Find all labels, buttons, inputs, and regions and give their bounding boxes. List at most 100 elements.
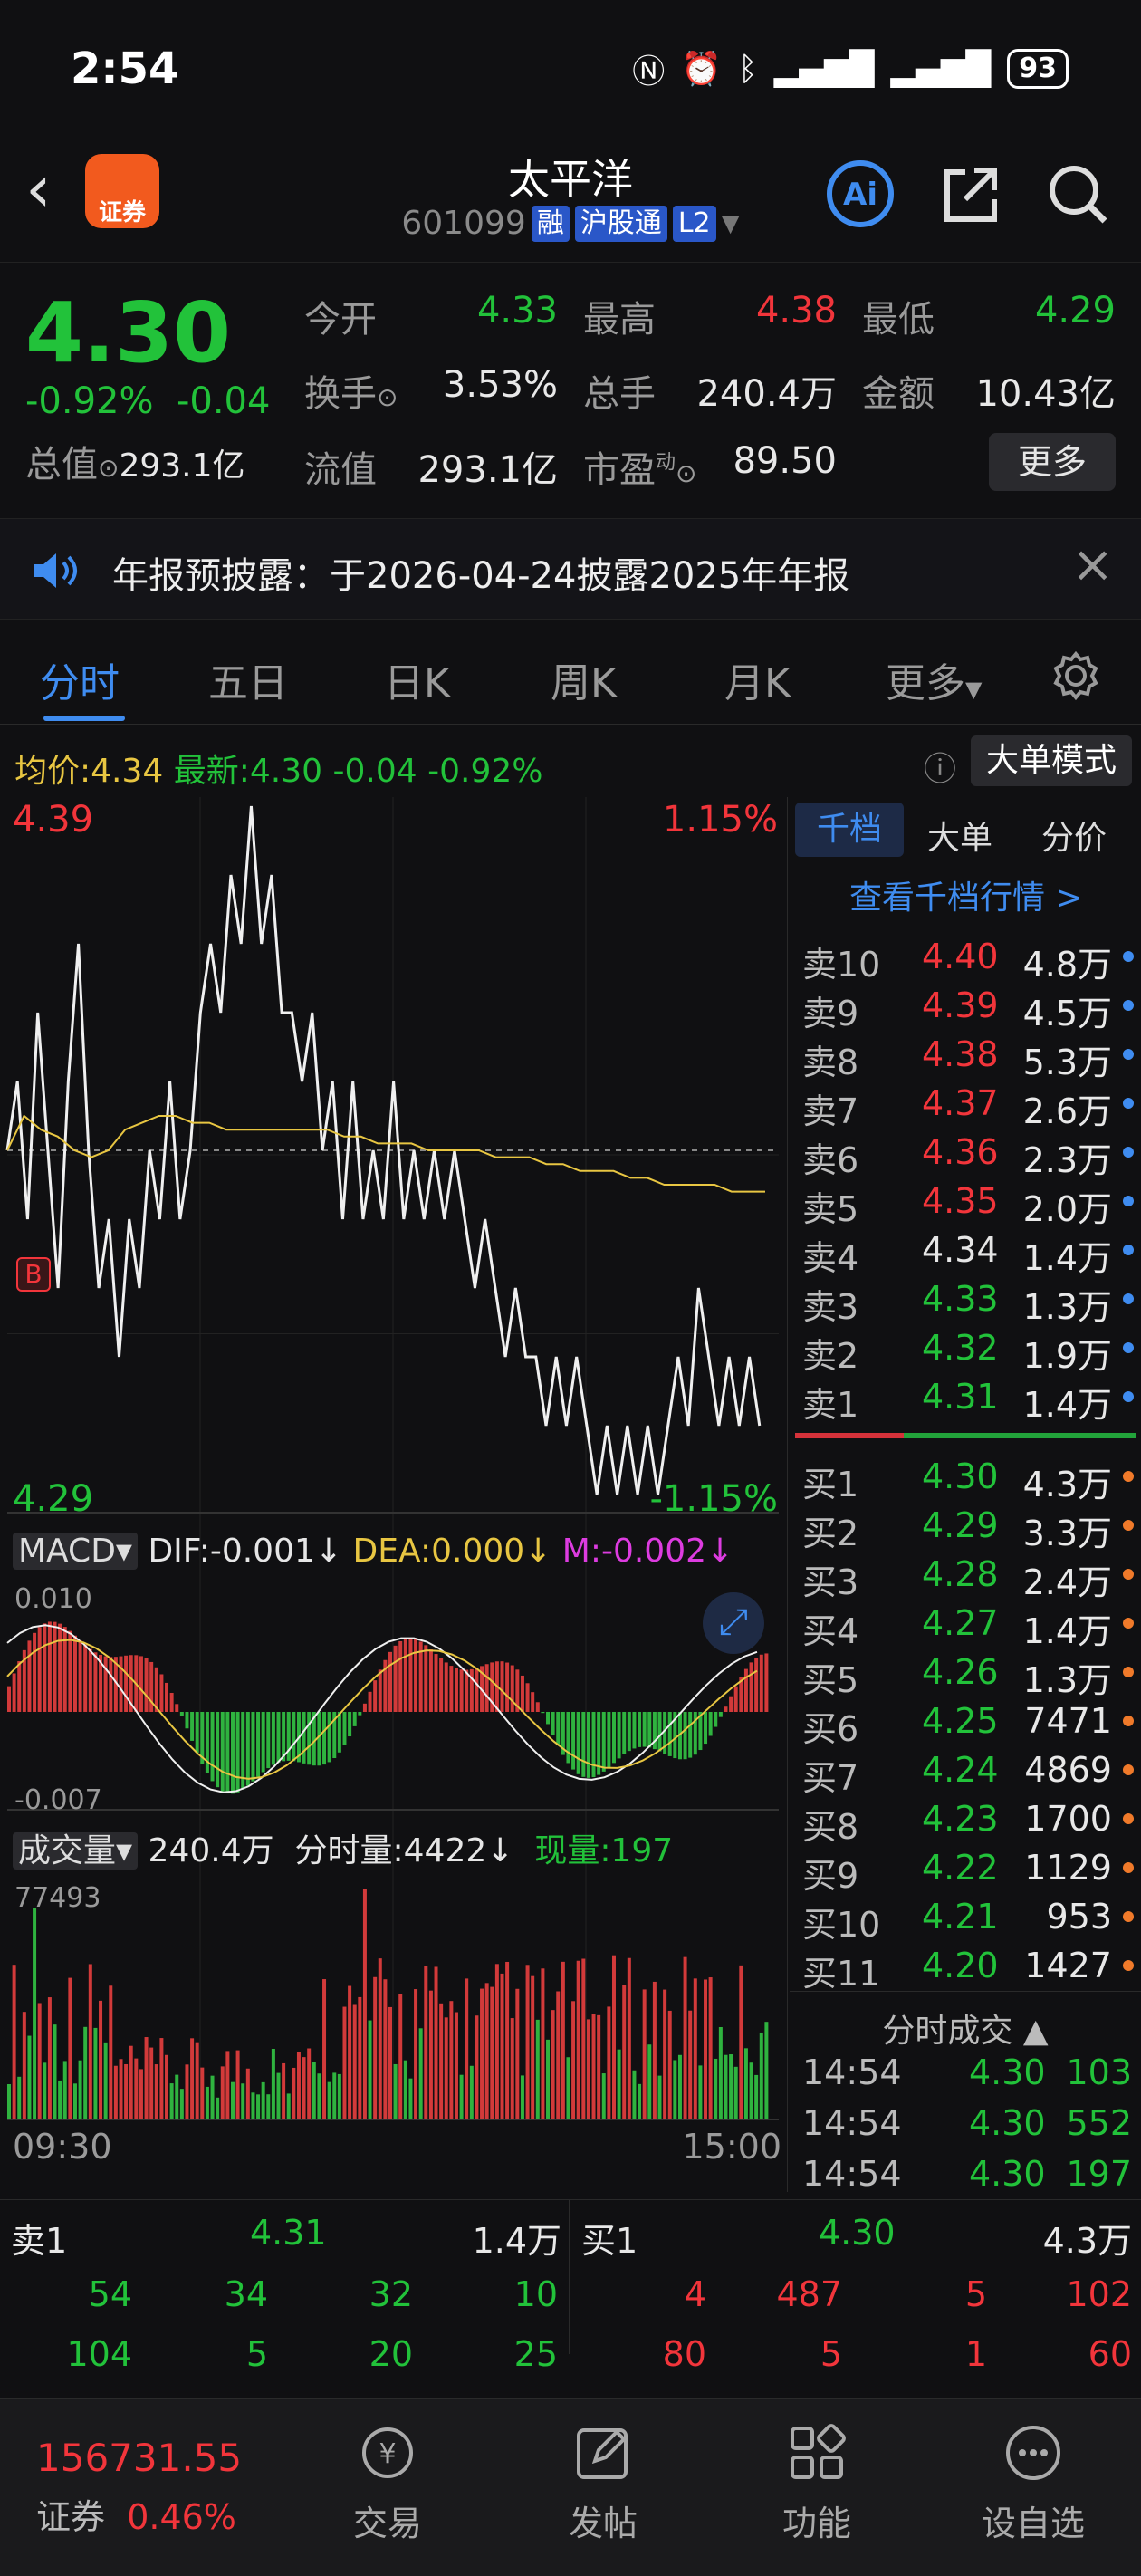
sell-queue-value: 32 — [369, 2274, 413, 2314]
bid-row[interactable]: 买1 4.30 4.3万 — [797, 1451, 1137, 1504]
tab-trade[interactable]: ¥ 交易 — [342, 2421, 433, 2545]
notice-bar[interactable]: 年报预披露：于2026-04-24披露2025年年报 × — [0, 518, 1141, 620]
volume-bar — [322, 1979, 327, 2119]
big-order-mode-button[interactable]: 大单模式 — [971, 735, 1132, 786]
macd-bar — [58, 1623, 62, 1712]
order-volume: 1.4万 — [1022, 1611, 1112, 1651]
volume-bar — [352, 2004, 357, 2119]
change-value: -0.04 — [176, 380, 271, 422]
tab-post[interactable]: 发帖 — [558, 2421, 648, 2545]
macd-bar — [657, 1712, 662, 1752]
share-icon[interactable] — [935, 158, 1007, 230]
sell-queue-value: 10 — [513, 2274, 558, 2314]
tab-level-book[interactable]: 千档 — [795, 803, 904, 857]
order-dot-icon — [1123, 1520, 1134, 1531]
volume-indicator-select[interactable]: 成交量▾ — [13, 1832, 139, 1870]
order-dot-icon — [1123, 1293, 1134, 1304]
macd-dif: DIF:-0.001↓ — [148, 1533, 343, 1570]
info-icon: ⊙ — [98, 453, 120, 483]
margin-tag: 融 — [531, 205, 570, 242]
ask-row[interactable]: 卖7 4.37 2.6万 — [797, 1078, 1137, 1131]
bid-row[interactable]: 买6 4.25 7471 — [797, 1696, 1137, 1749]
more-dots-icon — [1006, 2426, 1060, 2480]
status-bar: 2:54 Ⓝ ⏰ ᛒ ▂▄▆█ ▂▄▆█ 93 — [0, 0, 1141, 136]
search-icon[interactable] — [1041, 158, 1114, 230]
volume-bar — [424, 1966, 428, 2119]
index-ticker[interactable]: 156731.55 证券 0.46% — [36, 2436, 263, 2539]
volume-bar — [541, 1968, 545, 2119]
ask-row[interactable]: 卖10 4.40 4.8万 — [797, 931, 1137, 985]
macd-indicator-select[interactable]: MACD▾ — [13, 1533, 138, 1570]
bid-row[interactable]: 买4 4.27 1.4万 — [797, 1598, 1137, 1651]
bid-row[interactable]: 买5 4.26 1.3万 — [797, 1647, 1137, 1700]
tab-big-order[interactable]: 大单 — [927, 812, 992, 859]
ask-row[interactable]: 卖3 4.33 1.3万 — [797, 1274, 1137, 1327]
volume-bar — [185, 2064, 189, 2119]
macd-bar — [749, 1662, 753, 1712]
volume-legend: 成交量▾ 240.4万 分时量:4422↓ 现量:197 — [13, 1824, 673, 1871]
tab-daily-k[interactable]: 日K — [384, 650, 450, 708]
macd-bar — [271, 1712, 275, 1765]
ticks-title[interactable]: 分时成交 ▲ — [790, 1991, 1141, 2052]
ask-row[interactable]: 卖6 4.36 2.3万 — [797, 1127, 1137, 1180]
bid-row[interactable]: 买9 4.22 1129 — [797, 1842, 1137, 1896]
settings-gear-icon[interactable] — [1049, 649, 1103, 703]
tick-volume: 197 — [1066, 2154, 1132, 2194]
order-price: 4.25 — [922, 1701, 999, 1741]
tab-functions[interactable]: 功能 — [772, 2421, 862, 2545]
ask-row[interactable]: 卖2 4.32 1.9万 — [797, 1322, 1137, 1376]
tick-row: 14:54 4.30 552 — [797, 2098, 1137, 2147]
ask-row[interactable]: 卖5 4.35 2.0万 — [797, 1176, 1137, 1229]
tab-monthly-k[interactable]: 月K — [724, 650, 791, 708]
buy-queue-value: 487 — [776, 2274, 842, 2314]
tab-weekly-k[interactable]: 周K — [551, 650, 617, 708]
tab-price-dist[interactable]: 分价 — [1041, 812, 1107, 859]
more-button[interactable]: 更多 — [989, 433, 1116, 491]
expand-icon[interactable]: ⤢ — [703, 1592, 764, 1654]
bid-row[interactable]: 买10 4.21 953 — [797, 1891, 1137, 1945]
volume-bar — [428, 1990, 433, 2119]
volume-bar — [551, 2010, 555, 2119]
volume-bar — [169, 2083, 174, 2119]
ask-row[interactable]: 卖8 4.38 5.3万 — [797, 1029, 1137, 1082]
volume-bar — [27, 2035, 32, 2119]
ai-icon[interactable]: Ai — [824, 158, 896, 230]
bid-row[interactable]: 买8 4.23 1700 — [797, 1793, 1137, 1847]
bid-row[interactable]: 买7 4.24 4869 — [797, 1745, 1137, 1798]
sell1-label: 卖1 — [11, 2221, 68, 2261]
order-volume: 4.5万 — [1022, 994, 1112, 1033]
tab-watchlist-settings[interactable]: 设自选 — [965, 2421, 1101, 2545]
order-level-label: 买8 — [802, 1807, 859, 1847]
tab-more[interactable]: 更多▼ — [886, 650, 982, 708]
order-price: 4.33 — [922, 1279, 999, 1319]
macd-bar — [159, 1674, 164, 1712]
bid-row[interactable]: 买2 4.29 3.3万 — [797, 1500, 1137, 1553]
volume-bar — [251, 2092, 255, 2119]
order-volume: 1129 — [1024, 1848, 1112, 1888]
tab-intraday[interactable]: 分时 — [40, 650, 120, 708]
amount-label: 金额 — [862, 373, 935, 415]
volume-bar — [693, 1978, 697, 2119]
latest-value: 4.30 — [249, 753, 323, 790]
volume-bar — [261, 2081, 265, 2119]
bid-row[interactable]: 买3 4.28 2.4万 — [797, 1549, 1137, 1602]
macd-bar — [245, 1712, 250, 1786]
volume-bar — [627, 1957, 631, 2119]
order-level-label: 卖9 — [802, 994, 859, 1033]
macd-bar — [83, 1645, 88, 1712]
macd-bar — [362, 1703, 367, 1712]
ask-row[interactable]: 卖9 4.39 4.5万 — [797, 980, 1137, 1033]
bid-row[interactable]: 买11 4.20 1427 — [797, 1940, 1137, 1994]
ask-row[interactable]: 卖4 4.34 1.4万 — [797, 1225, 1137, 1278]
tab-five-day[interactable]: 五日 — [208, 650, 288, 708]
help-icon[interactable]: ⓘ — [924, 743, 956, 790]
macd-bar — [714, 1712, 718, 1727]
order-level-label: 买4 — [802, 1611, 859, 1651]
dropdown-arrow-icon: ▼ — [965, 677, 983, 702]
volume-bar — [190, 2038, 195, 2119]
ask-bid-divider-red — [795, 1433, 904, 1438]
view-level-book-link[interactable]: 查看千档行情 > — [849, 871, 1083, 918]
ask-row[interactable]: 卖1 4.31 1.4万 — [797, 1371, 1137, 1425]
close-icon[interactable]: × — [1071, 535, 1114, 594]
buy-marker[interactable]: B — [16, 1257, 51, 1292]
